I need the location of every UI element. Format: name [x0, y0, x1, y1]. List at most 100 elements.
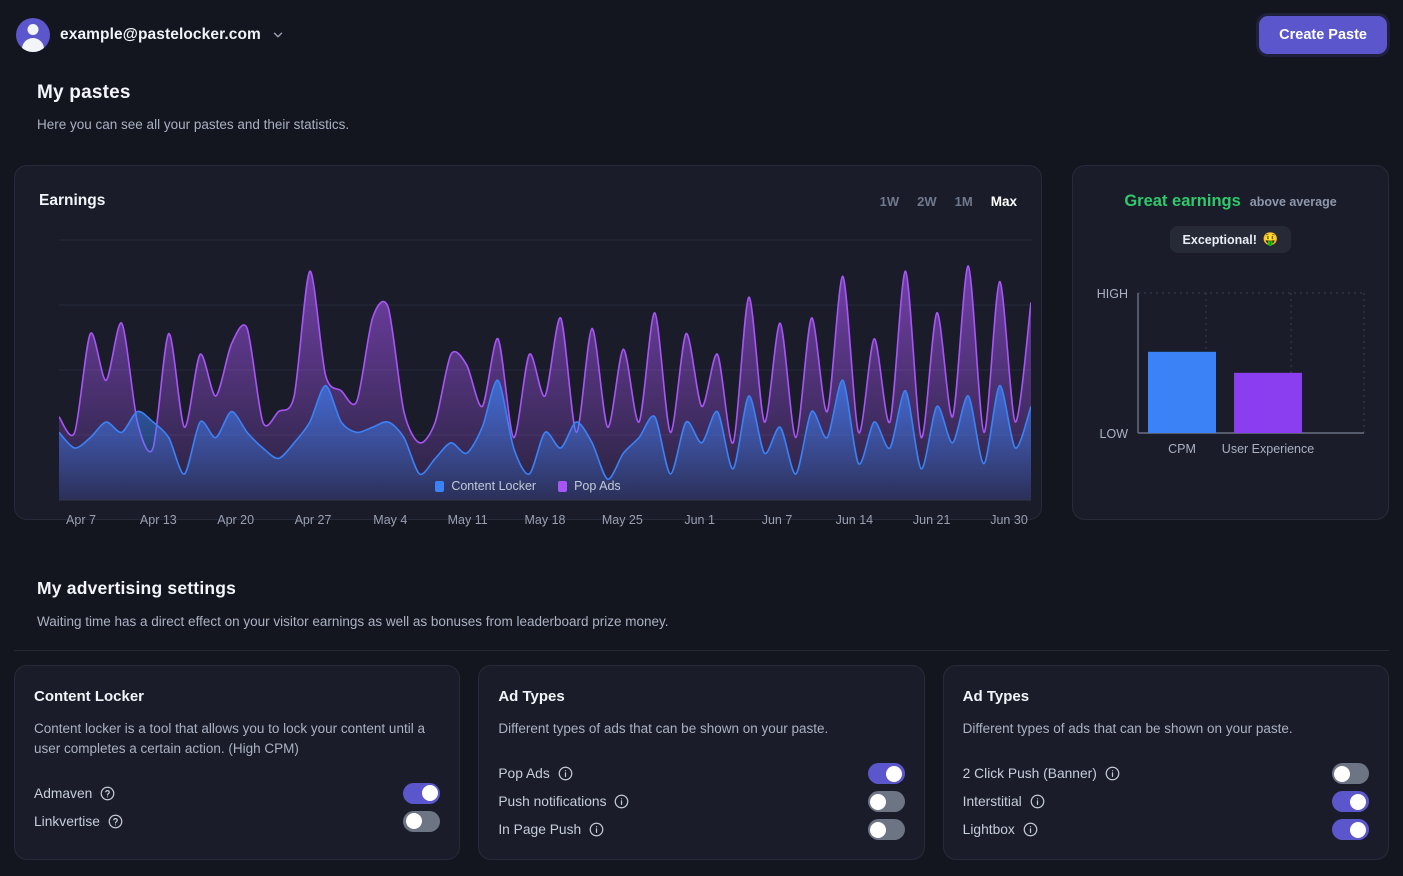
- advertising-heading: My advertising settings Waiting time has…: [37, 578, 669, 629]
- setting-card-description: Different types of ads that can be shown…: [498, 721, 829, 736]
- advertising-subtitle: Waiting time has a direct effect on your…: [37, 614, 669, 629]
- info-circle-icon[interactable]: [1030, 794, 1045, 809]
- info-circle-icon[interactable]: [589, 822, 604, 837]
- toggle-knob: [870, 793, 887, 810]
- earnings-area-chart: Apr 7 Apr 13 Apr 20 Apr 27 May 4 May 11 May 18…: [59, 228, 1031, 600]
- toggle-pop-ads[interactable]: [867, 763, 905, 785]
- top-bar: example@pastelocker.com Create Paste: [0, 0, 1403, 70]
- advertising-title: My advertising settings: [37, 578, 237, 598]
- range-max[interactable]: Max: [991, 194, 1017, 209]
- setting-card-ad-types-2: Ad Types Different types of ads that can …: [942, 665, 1389, 860]
- setting-card-title: Content Locker: [34, 688, 145, 705]
- toggle-interstitial[interactable]: [1331, 791, 1369, 813]
- x-axis-tick-label: May 4: [373, 513, 407, 527]
- setting-option-label: Admaven: [34, 785, 93, 801]
- toggle-knob: [1334, 765, 1351, 782]
- create-paste-button[interactable]: Create Paste: [1259, 16, 1387, 54]
- setting-option-row: In Page Push: [498, 816, 905, 844]
- setting-option-label: Pop Ads: [498, 766, 550, 782]
- y-axis-tick-label: LOW: [1099, 427, 1128, 441]
- x-axis-tick-label: Apr 27: [295, 513, 332, 527]
- toggle-lightbox[interactable]: [1331, 819, 1369, 841]
- setting-card-description: Different types of ads that can be shown…: [962, 721, 1293, 736]
- page-title: My pastes: [37, 82, 131, 103]
- great-earnings-header: Great earnings above average Exceptional…: [1073, 166, 1388, 253]
- setting-options-list: Admaven Linkvertise: [34, 779, 441, 835]
- help-circle-icon[interactable]: [108, 814, 123, 829]
- great-earnings-title: Great earnings: [1124, 192, 1241, 210]
- account-menu[interactable]: example@pastelocker.com: [16, 18, 285, 52]
- range-1m[interactable]: 1M: [955, 194, 973, 209]
- x-axis-tick-label: Jun 1: [684, 513, 715, 527]
- info-circle-icon[interactable]: [1105, 766, 1120, 781]
- toggle-knob: [886, 765, 903, 782]
- x-axis-tick-label: Apr 7: [66, 513, 96, 527]
- bar-user-experience: [1233, 372, 1302, 433]
- toggle-knob: [405, 813, 422, 830]
- x-axis-tick-label: Jun 21: [913, 513, 951, 527]
- performance-bar-chart: HIGH LOW CPM User Experience: [1073, 271, 1388, 471]
- toggle-knob: [421, 785, 438, 802]
- legend-swatch-pop-ads: [558, 480, 568, 492]
- legend-item-pop-ads: Pop Ads: [558, 479, 621, 493]
- toggle-knob: [1350, 793, 1367, 810]
- page-subtitle: Here you can see all your pastes and the…: [37, 117, 350, 132]
- user-avatar-icon: [16, 18, 50, 52]
- info-circle-icon[interactable]: [558, 766, 573, 781]
- x-axis-tick-label: Jun 30: [990, 513, 1028, 527]
- setting-option-label: Lightbox: [962, 822, 1015, 838]
- legend-item-content-locker: Content Locker: [435, 479, 536, 493]
- page-heading: My pastes Here you can see all your past…: [37, 82, 349, 132]
- setting-options-list: 2 Click Push (Banner) Interstitial Lightbo…: [963, 760, 1369, 844]
- great-earnings-card: Great earnings above average Exceptional…: [1072, 165, 1389, 520]
- bar-category-label: User Experience: [1221, 442, 1313, 456]
- setting-option-row: Lightbox: [963, 816, 1369, 844]
- setting-option-row: Push notifications: [498, 788, 905, 816]
- range-1w[interactable]: 1W: [880, 194, 900, 209]
- earnings-chart-svg: Apr 7 Apr 13 Apr 20 Apr 27 May 4 May 11 May 18…: [59, 239, 1031, 527]
- x-axis-tick-label: May 18: [525, 513, 566, 527]
- earnings-header: Earnings 1W 2W 1M Max: [15, 166, 1041, 210]
- toggle-push-notifications[interactable]: [867, 791, 905, 813]
- help-circle-icon[interactable]: [100, 786, 115, 801]
- section-divider: [14, 650, 1389, 651]
- great-earnings-subtitle: above average: [1249, 195, 1337, 209]
- toggle-2-click-push-banner[interactable]: [1331, 763, 1369, 785]
- info-circle-icon[interactable]: [1023, 822, 1038, 837]
- time-range-selector: 1W 2W 1M Max: [880, 194, 1017, 209]
- x-axis-tick-label: Jun 7: [762, 513, 793, 527]
- account-email: example@pastelocker.com: [60, 26, 261, 43]
- setting-card-ad-types-1: Ad Types Different types of ads that can …: [478, 665, 925, 860]
- legend-label-pop-ads: Pop Ads: [574, 479, 621, 493]
- info-circle-icon[interactable]: [614, 794, 629, 809]
- setting-option-row: Pop Ads: [498, 760, 905, 788]
- setting-option-row: 2 Click Push (Banner): [963, 760, 1369, 788]
- earnings-title: Earnings: [39, 192, 106, 209]
- x-axis-tick-label: Jun 14: [836, 513, 874, 527]
- legend-swatch-content-locker: [435, 480, 445, 492]
- range-2w[interactable]: 2W: [917, 194, 937, 209]
- toggle-in-page-push[interactable]: [867, 819, 905, 841]
- settings-cards-row: Content Locker Content locker is a tool t…: [14, 665, 1389, 860]
- money-face-emoji-icon: 🤑: [1262, 232, 1279, 246]
- bar-category-label: CPM: [1168, 442, 1196, 456]
- setting-card-content-locker-0: Content Locker Content locker is a tool t…: [14, 665, 461, 860]
- performance-bar-svg: HIGH LOW CPM User Experience: [1096, 287, 1364, 456]
- stats-cards-row: Earnings 1W 2W 1M Max Apr 7 Apr 13 Apr 20 A…: [14, 165, 1389, 527]
- toggle-admaven[interactable]: [403, 782, 441, 804]
- setting-option-row: Linkvertise: [34, 807, 441, 835]
- setting-option-label: 2 Click Push (Banner): [962, 766, 1097, 782]
- setting-option-row: Interstitial: [963, 788, 1369, 816]
- setting-card-description: Content locker is a tool that allows you…: [34, 721, 425, 756]
- dashboard-page: example@pastelocker.com Create Paste My …: [0, 0, 1403, 876]
- x-axis-tick-label: May 25: [602, 513, 643, 527]
- toggle-linkvertise[interactable]: [403, 810, 441, 832]
- setting-option-row: Admaven: [34, 779, 441, 807]
- chevron-down-icon[interactable]: [271, 28, 285, 42]
- toggle-knob: [1350, 821, 1367, 838]
- x-axis-tick-label: May 11: [448, 513, 488, 527]
- chart-legend: Content Locker Pop Ads: [15, 479, 1041, 493]
- setting-card-title: Ad Types: [498, 688, 565, 705]
- status-badge: Exceptional! 🤑: [1169, 226, 1292, 253]
- x-axis-tick-label: Apr 20: [217, 513, 254, 527]
